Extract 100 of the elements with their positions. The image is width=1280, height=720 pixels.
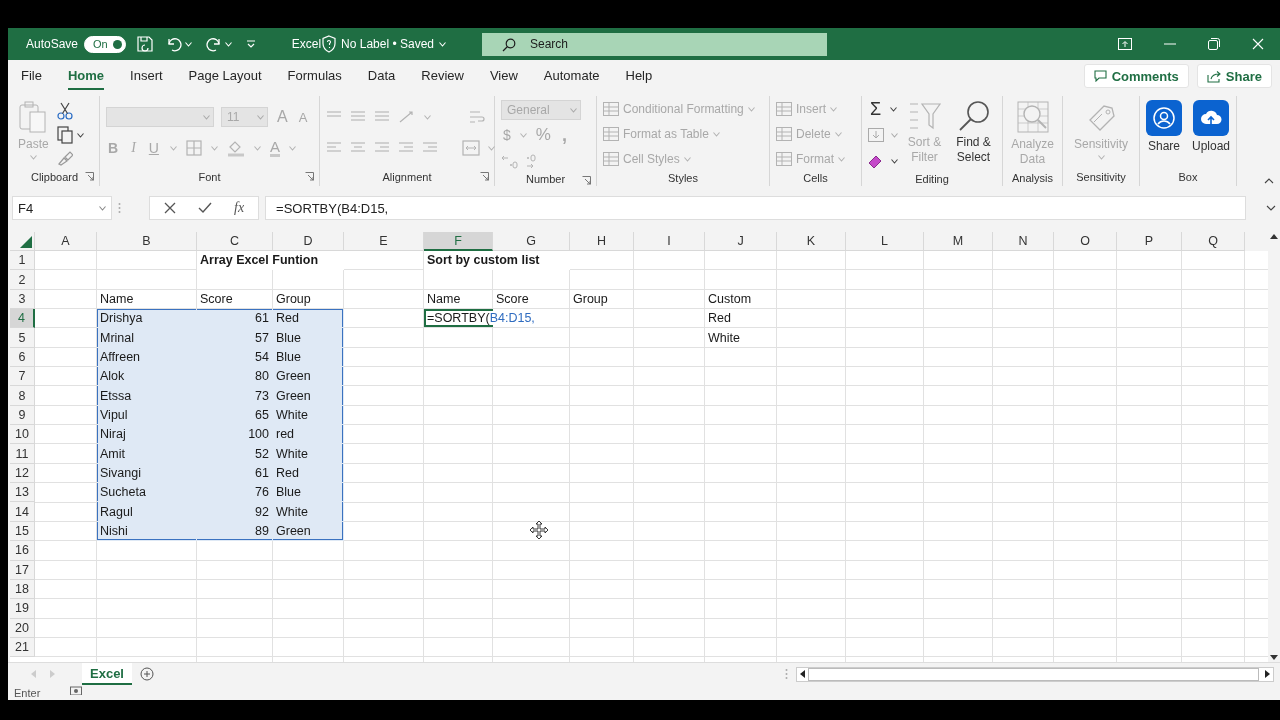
column-header[interactable]: K xyxy=(777,232,846,251)
macro-record-icon[interactable] xyxy=(70,685,83,695)
column-header[interactable]: Q xyxy=(1182,232,1245,251)
ribbon-display-icon[interactable] xyxy=(1118,38,1132,50)
redo-icon[interactable] xyxy=(205,36,222,52)
box-command-button[interactable]: Upload xyxy=(1190,98,1232,156)
autosave-toggle[interactable]: On xyxy=(84,35,126,53)
cut-icon[interactable] xyxy=(56,102,73,120)
column-header[interactable]: P xyxy=(1117,232,1182,251)
group-label: Editing xyxy=(915,173,949,185)
row-header[interactable]: 14 xyxy=(10,502,35,522)
table-cell: Alok xyxy=(97,367,197,387)
caret-icon xyxy=(253,145,261,151)
menu-tab[interactable]: Page Layout xyxy=(188,62,262,90)
comments-button[interactable]: Comments xyxy=(1083,64,1189,88)
menu-tab[interactable]: Data xyxy=(367,62,396,90)
column-header[interactable]: A xyxy=(35,232,97,251)
menu-tab[interactable]: File xyxy=(21,62,42,90)
column-header[interactable]: C xyxy=(197,232,273,251)
row-header[interactable]: 4 xyxy=(10,309,35,329)
menu-tab[interactable]: Insert xyxy=(130,62,163,90)
copy-icon[interactable] xyxy=(56,126,73,144)
table-cell-text: Red xyxy=(707,310,732,328)
name-box[interactable]: F4 xyxy=(12,196,112,220)
column-header[interactable]: H xyxy=(570,232,634,251)
row-header[interactable]: 19 xyxy=(10,599,35,619)
column-header[interactable]: F xyxy=(424,232,493,251)
merge-cells-icon[interactable] xyxy=(462,140,480,156)
vertical-scrollbar[interactable] xyxy=(1268,232,1280,662)
add-sheet-icon[interactable] xyxy=(140,667,154,681)
column-header[interactable]: O xyxy=(1054,232,1117,251)
row-header[interactable]: 1 xyxy=(10,251,35,271)
column-header[interactable]: L xyxy=(846,232,924,251)
column-header[interactable]: J xyxy=(705,232,777,251)
dialog-launcher-icon[interactable] xyxy=(480,172,489,181)
share-button[interactable]: Share xyxy=(1196,64,1272,88)
drag-handle-icon[interactable] xyxy=(118,202,121,214)
undo-icon[interactable] xyxy=(165,36,182,52)
formula-field[interactable]: =SORTBY(B4:D15, xyxy=(265,196,1246,220)
customize-icon[interactable] xyxy=(245,39,256,49)
column-header[interactable]: G xyxy=(493,232,570,251)
file-name: Excel xyxy=(291,37,322,51)
eraser-icon[interactable] xyxy=(868,154,884,168)
column-header[interactable]: M xyxy=(924,232,993,251)
row-header[interactable]: 8 xyxy=(10,386,35,406)
row-header[interactable]: 5 xyxy=(10,328,35,348)
menu-tab[interactable]: Help xyxy=(625,62,653,90)
row-header[interactable]: 11 xyxy=(10,444,35,464)
search-icon xyxy=(502,37,516,52)
caret-icon xyxy=(570,107,577,113)
menu-tab[interactable]: View xyxy=(489,62,518,90)
autosum-button[interactable]: Σ xyxy=(868,98,884,120)
save-icon[interactable] xyxy=(135,35,154,53)
drag-handle-icon[interactable] xyxy=(785,668,788,680)
scroll-down-icon[interactable] xyxy=(1270,655,1278,660)
column-header[interactable]: D xyxy=(273,232,344,251)
find-select-button[interactable]: Find & Select xyxy=(951,98,996,167)
expand-icon[interactable] xyxy=(1266,205,1276,211)
dialog-launcher-icon[interactable] xyxy=(85,172,94,181)
menu-tab[interactable]: Home xyxy=(67,62,105,90)
row-header[interactable]: 2 xyxy=(10,270,35,290)
cloud-upload-icon xyxy=(1193,100,1229,136)
menu-tab[interactable]: Review xyxy=(421,62,464,90)
search-field[interactable]: Search xyxy=(482,32,827,56)
menu-tab[interactable]: Formulas xyxy=(287,62,342,90)
file-status[interactable]: No Label • Saved xyxy=(341,37,434,51)
row-header[interactable]: 10 xyxy=(10,425,35,445)
select-all-icon[interactable] xyxy=(20,236,32,248)
column-header[interactable]: E xyxy=(344,232,424,251)
scroll-up-icon[interactable] xyxy=(1270,234,1278,239)
horizontal-scrollbar[interactable] xyxy=(796,666,1274,682)
group-label: Font xyxy=(198,171,221,183)
close-icon[interactable] xyxy=(1252,38,1264,50)
sheet-tab[interactable]: Excel xyxy=(82,663,132,685)
fill-icon[interactable] xyxy=(868,128,884,142)
table-cell-text: Name xyxy=(426,290,462,308)
dialog-launcher-icon[interactable] xyxy=(305,172,314,181)
box-command-button[interactable]: Share xyxy=(1144,98,1184,156)
table-cell-text: White xyxy=(707,329,741,347)
restore-icon[interactable] xyxy=(1208,38,1220,50)
menu-tab[interactable]: Automate xyxy=(543,62,600,90)
cell-editor[interactable]: =SORTBY(B4:D15, xyxy=(424,309,570,329)
table-cell: White xyxy=(273,444,344,464)
column-header[interactable]: I xyxy=(634,232,705,251)
caret-icon xyxy=(683,156,691,162)
cancel-icon[interactable] xyxy=(164,202,176,214)
fill-color-icon[interactable] xyxy=(226,139,245,157)
format-painter-icon[interactable] xyxy=(56,150,73,166)
font-name-field[interactable] xyxy=(106,107,214,127)
row-header[interactable]: 16 xyxy=(10,541,35,561)
collapse-ribbon-icon[interactable] xyxy=(1264,178,1274,184)
scroll-right-icon[interactable] xyxy=(1265,670,1270,678)
row-header[interactable]: 7 xyxy=(10,367,35,387)
row-header[interactable]: 13 xyxy=(10,483,35,503)
insert-function-button[interactable]: fx xyxy=(234,200,245,216)
dialog-launcher-icon[interactable] xyxy=(582,176,591,185)
column-header[interactable]: B xyxy=(97,232,197,251)
column-header[interactable]: N xyxy=(993,232,1054,251)
check-icon[interactable] xyxy=(198,202,212,214)
scroll-left-icon[interactable] xyxy=(800,670,805,678)
